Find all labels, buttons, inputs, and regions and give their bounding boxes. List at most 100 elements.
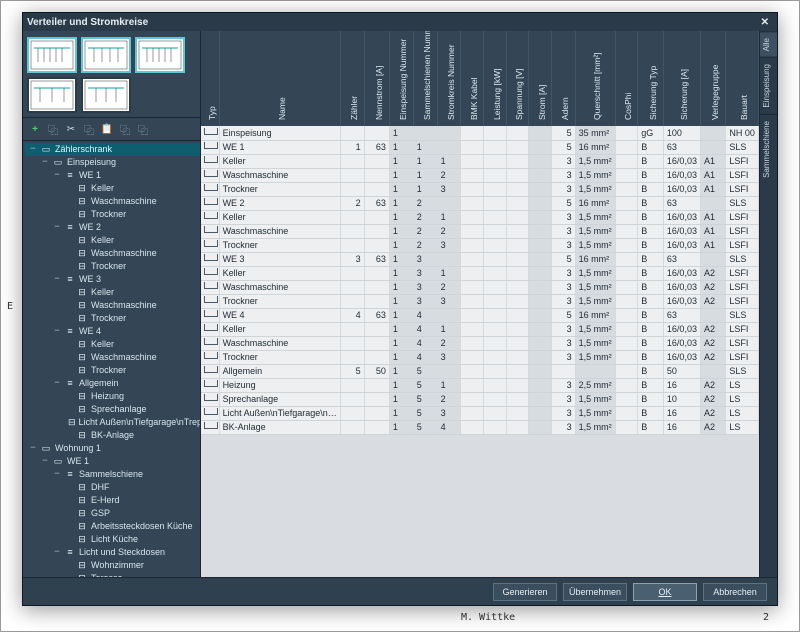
cell-nennstrom[interactable]: 63 bbox=[364, 196, 389, 210]
cell-adern[interactable]: 5 bbox=[551, 126, 575, 140]
cell-stromkreis[interactable]: 2 bbox=[437, 168, 461, 182]
cell-name[interactable]: Allgemein bbox=[219, 364, 340, 378]
tree-item[interactable]: ⊟Trockner bbox=[25, 260, 200, 273]
cell-strom[interactable] bbox=[529, 238, 552, 252]
table-row[interactable]: Keller13131,5 mm²B16/0,03A2LSFI bbox=[201, 266, 759, 280]
cell-querschnitt[interactable] bbox=[575, 364, 615, 378]
thumbnail[interactable] bbox=[81, 37, 131, 73]
apply-button[interactable]: Übernehmen bbox=[563, 583, 627, 601]
cell-querschnitt[interactable]: 2,5 mm² bbox=[575, 378, 615, 392]
cell-querschnitt[interactable]: 1,5 mm² bbox=[575, 392, 615, 406]
cell-sicha[interactable]: 16/0,03 bbox=[663, 168, 700, 182]
cell-nennstrom[interactable]: 63 bbox=[364, 252, 389, 266]
cell-verlege[interactable]: A1 bbox=[700, 224, 725, 238]
ok-button[interactable]: OK bbox=[633, 583, 697, 601]
cell-leistung[interactable] bbox=[484, 140, 507, 154]
cell-zaehler[interactable] bbox=[340, 392, 364, 406]
cell-spannung[interactable] bbox=[506, 196, 529, 210]
cell-name[interactable]: Trockner bbox=[219, 350, 340, 364]
cell-stromkreis[interactable]: 1 bbox=[437, 266, 461, 280]
cell-stromkreis[interactable]: 1 bbox=[437, 322, 461, 336]
cell-sichtyp[interactable]: B bbox=[638, 294, 664, 308]
cell-stromkreis[interactable]: 2 bbox=[437, 224, 461, 238]
cell-name[interactable]: Sprechanlage bbox=[219, 392, 340, 406]
cell-typ[interactable] bbox=[201, 238, 219, 252]
cell-zaehler[interactable] bbox=[340, 406, 364, 420]
cell-sichtyp[interactable]: B bbox=[638, 210, 664, 224]
cell-strom[interactable] bbox=[529, 196, 552, 210]
cell-bmk[interactable] bbox=[461, 308, 484, 322]
cell-querschnitt[interactable]: 1,5 mm² bbox=[575, 210, 615, 224]
cell-typ[interactable] bbox=[201, 308, 219, 322]
cell-name[interactable]: WE 2 bbox=[219, 196, 340, 210]
cell-stromkreis[interactable]: 3 bbox=[437, 238, 461, 252]
cell-querschnitt[interactable]: 1,5 mm² bbox=[575, 168, 615, 182]
col-einsp[interactable]: Einspeisung Nummer bbox=[389, 31, 413, 126]
cell-zaehler[interactable] bbox=[340, 224, 364, 238]
cell-name[interactable]: Waschmaschine bbox=[219, 224, 340, 238]
cell-stromkreis[interactable] bbox=[437, 126, 461, 140]
cell-spannung[interactable] bbox=[506, 378, 529, 392]
table-row[interactable]: Sprechanlage15231,5 mm²B10A2LS bbox=[201, 392, 759, 406]
cell-cosphi[interactable] bbox=[615, 294, 638, 308]
col-bmk[interactable]: BMK Kabel bbox=[461, 31, 484, 126]
col-cosphi[interactable]: CosPhi bbox=[615, 31, 638, 126]
cell-sicha[interactable]: 16/0,03 bbox=[663, 182, 700, 196]
cell-cosphi[interactable] bbox=[615, 350, 638, 364]
cell-strom[interactable] bbox=[529, 420, 552, 434]
cell-nennstrom[interactable] bbox=[364, 406, 389, 420]
table-row[interactable]: Waschmaschine12231,5 mm²B16/0,03A1LSFI bbox=[201, 224, 759, 238]
cell-einsp[interactable]: 1 bbox=[389, 392, 413, 406]
cell-sammel[interactable]: 1 bbox=[413, 168, 437, 182]
cell-leistung[interactable] bbox=[484, 378, 507, 392]
cell-name[interactable]: Heizung bbox=[219, 378, 340, 392]
cell-nennstrom[interactable] bbox=[364, 294, 389, 308]
cell-sammel[interactable]: 3 bbox=[413, 252, 437, 266]
cell-sicha[interactable]: 100 bbox=[663, 126, 700, 140]
cell-querschnitt[interactable]: 35 mm² bbox=[575, 126, 615, 140]
cell-sicha[interactable]: 16 bbox=[663, 420, 700, 434]
copy-sheet-button[interactable]: ⿻ bbox=[45, 121, 61, 137]
cell-name[interactable]: Trockner bbox=[219, 182, 340, 196]
cell-bauart[interactable]: LSFI bbox=[726, 266, 759, 280]
cell-cosphi[interactable] bbox=[615, 168, 638, 182]
cell-bauart[interactable]: LS bbox=[726, 378, 759, 392]
cell-sicha[interactable]: 16/0,03 bbox=[663, 238, 700, 252]
cell-querschnitt[interactable]: 16 mm² bbox=[575, 308, 615, 322]
cell-verlege[interactable]: A2 bbox=[700, 378, 725, 392]
cell-bauart[interactable]: LS bbox=[726, 406, 759, 420]
cell-sammel[interactable]: 5 bbox=[413, 378, 437, 392]
cell-typ[interactable] bbox=[201, 252, 219, 266]
cell-sammel[interactable]: 1 bbox=[413, 154, 437, 168]
cell-sicha[interactable]: 16/0,03 bbox=[663, 350, 700, 364]
cell-typ[interactable] bbox=[201, 210, 219, 224]
tree-item[interactable]: ⊟Sprechanlage bbox=[25, 403, 200, 416]
tree-item[interactable]: ⊟Trockner bbox=[25, 208, 200, 221]
cell-cosphi[interactable] bbox=[615, 378, 638, 392]
table-row[interactable]: Trockner11331,5 mm²B16/0,03A1LSFI bbox=[201, 182, 759, 196]
cell-sammel[interactable]: 1 bbox=[413, 182, 437, 196]
cell-einsp[interactable]: 1 bbox=[389, 210, 413, 224]
cell-stromkreis[interactable] bbox=[437, 252, 461, 266]
table-row[interactable]: Einspeisung1535 mm²gG100NH 00 bbox=[201, 126, 759, 140]
cell-spannung[interactable] bbox=[506, 238, 529, 252]
table-row[interactable]: WE 336313516 mm²B63SLS bbox=[201, 252, 759, 266]
cell-leistung[interactable] bbox=[484, 350, 507, 364]
cell-zaehler[interactable]: 3 bbox=[340, 252, 364, 266]
cell-bmk[interactable] bbox=[461, 322, 484, 336]
cell-einsp[interactable]: 1 bbox=[389, 238, 413, 252]
cell-leistung[interactable] bbox=[484, 224, 507, 238]
cell-bauart[interactable]: NH 00 bbox=[726, 126, 759, 140]
cell-zaehler[interactable] bbox=[340, 336, 364, 350]
cell-nennstrom[interactable]: 63 bbox=[364, 140, 389, 154]
cell-sammel[interactable]: 3 bbox=[413, 280, 437, 294]
table-row[interactable]: Allgemein55015B50SLS bbox=[201, 364, 759, 378]
close-button[interactable]: ✕ bbox=[757, 17, 773, 28]
cell-name[interactable]: Keller bbox=[219, 266, 340, 280]
cell-querschnitt[interactable]: 1,5 mm² bbox=[575, 280, 615, 294]
cell-sichtyp[interactable]: B bbox=[638, 252, 664, 266]
cell-verlege[interactable]: A1 bbox=[700, 154, 725, 168]
cell-adern[interactable]: 3 bbox=[551, 280, 575, 294]
cell-leistung[interactable] bbox=[484, 266, 507, 280]
cell-adern[interactable]: 3 bbox=[551, 238, 575, 252]
